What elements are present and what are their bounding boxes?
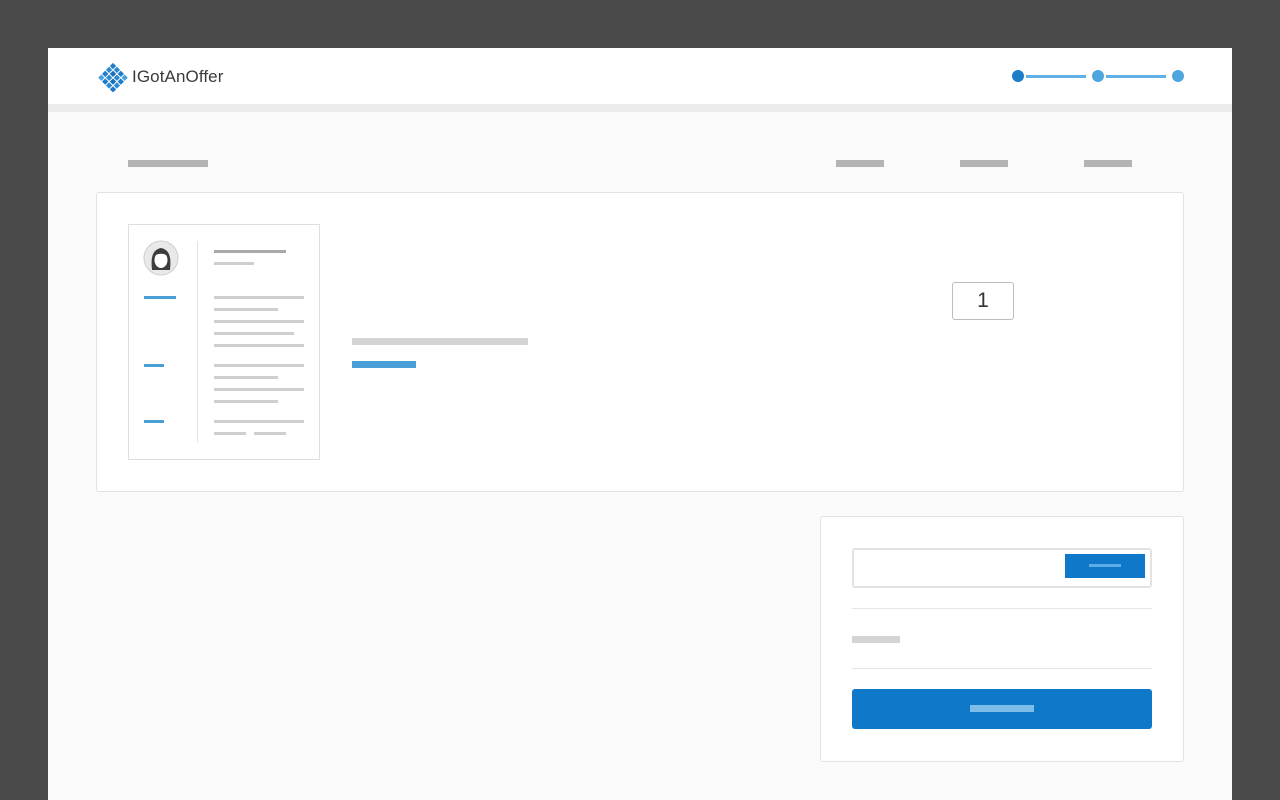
diamond-grid-logo-icon	[98, 62, 128, 92]
site-header: IGotAnOffer	[48, 48, 1232, 112]
resume-text-line	[214, 364, 304, 367]
resume-text-line	[214, 332, 294, 335]
resume-section-marker	[144, 296, 176, 299]
resume-text-line	[214, 388, 304, 391]
resume-section-marker	[144, 420, 164, 423]
apply-coupon-button[interactable]	[1065, 554, 1145, 578]
order-summary-panel	[820, 516, 1184, 762]
progress-connector	[1026, 75, 1086, 78]
resume-text-line	[214, 296, 304, 299]
product-link-placeholder[interactable]	[352, 361, 416, 368]
summary-total-label-placeholder	[852, 636, 900, 643]
resume-text-line	[214, 320, 304, 323]
brand-name: IGotAnOffer	[132, 67, 224, 86]
resume-divider	[197, 241, 198, 443]
checkout-progress-indicator	[1012, 69, 1184, 83]
resume-text-line	[214, 420, 304, 423]
progress-step-2	[1092, 70, 1104, 82]
brand-logo[interactable]: IGotAnOffer	[98, 62, 224, 92]
column-header-product	[128, 160, 208, 167]
progress-step-3	[1172, 70, 1184, 82]
resume-text-line	[214, 400, 278, 403]
checkout-button[interactable]	[852, 689, 1152, 729]
cart-item-card: 1	[96, 192, 1184, 492]
resume-name-line	[214, 250, 286, 253]
apply-coupon-label-placeholder	[1089, 564, 1121, 567]
summary-divider	[852, 608, 1152, 609]
product-title-placeholder	[352, 338, 528, 345]
progress-connector	[1106, 75, 1166, 78]
progress-step-1	[1012, 70, 1024, 82]
resume-text-line	[254, 432, 286, 435]
coupon-input[interactable]	[852, 548, 1152, 588]
checkout-label-placeholder	[970, 705, 1034, 712]
summary-divider	[852, 668, 1152, 669]
resume-text-line	[214, 432, 246, 435]
resume-text-line	[214, 344, 304, 347]
column-header-total	[1084, 160, 1132, 167]
resume-text-line	[214, 308, 278, 311]
resume-text-line	[214, 376, 278, 379]
quantity-field[interactable]: 1	[952, 282, 1014, 320]
resume-section-marker	[144, 364, 164, 367]
resume-document-icon	[128, 224, 320, 460]
browser-window: IGotAnOffer 1	[48, 48, 1232, 800]
column-header-quantity	[960, 160, 1008, 167]
column-header-price	[836, 160, 884, 167]
user-avatar-icon	[143, 240, 179, 276]
resume-text-line	[214, 262, 254, 265]
